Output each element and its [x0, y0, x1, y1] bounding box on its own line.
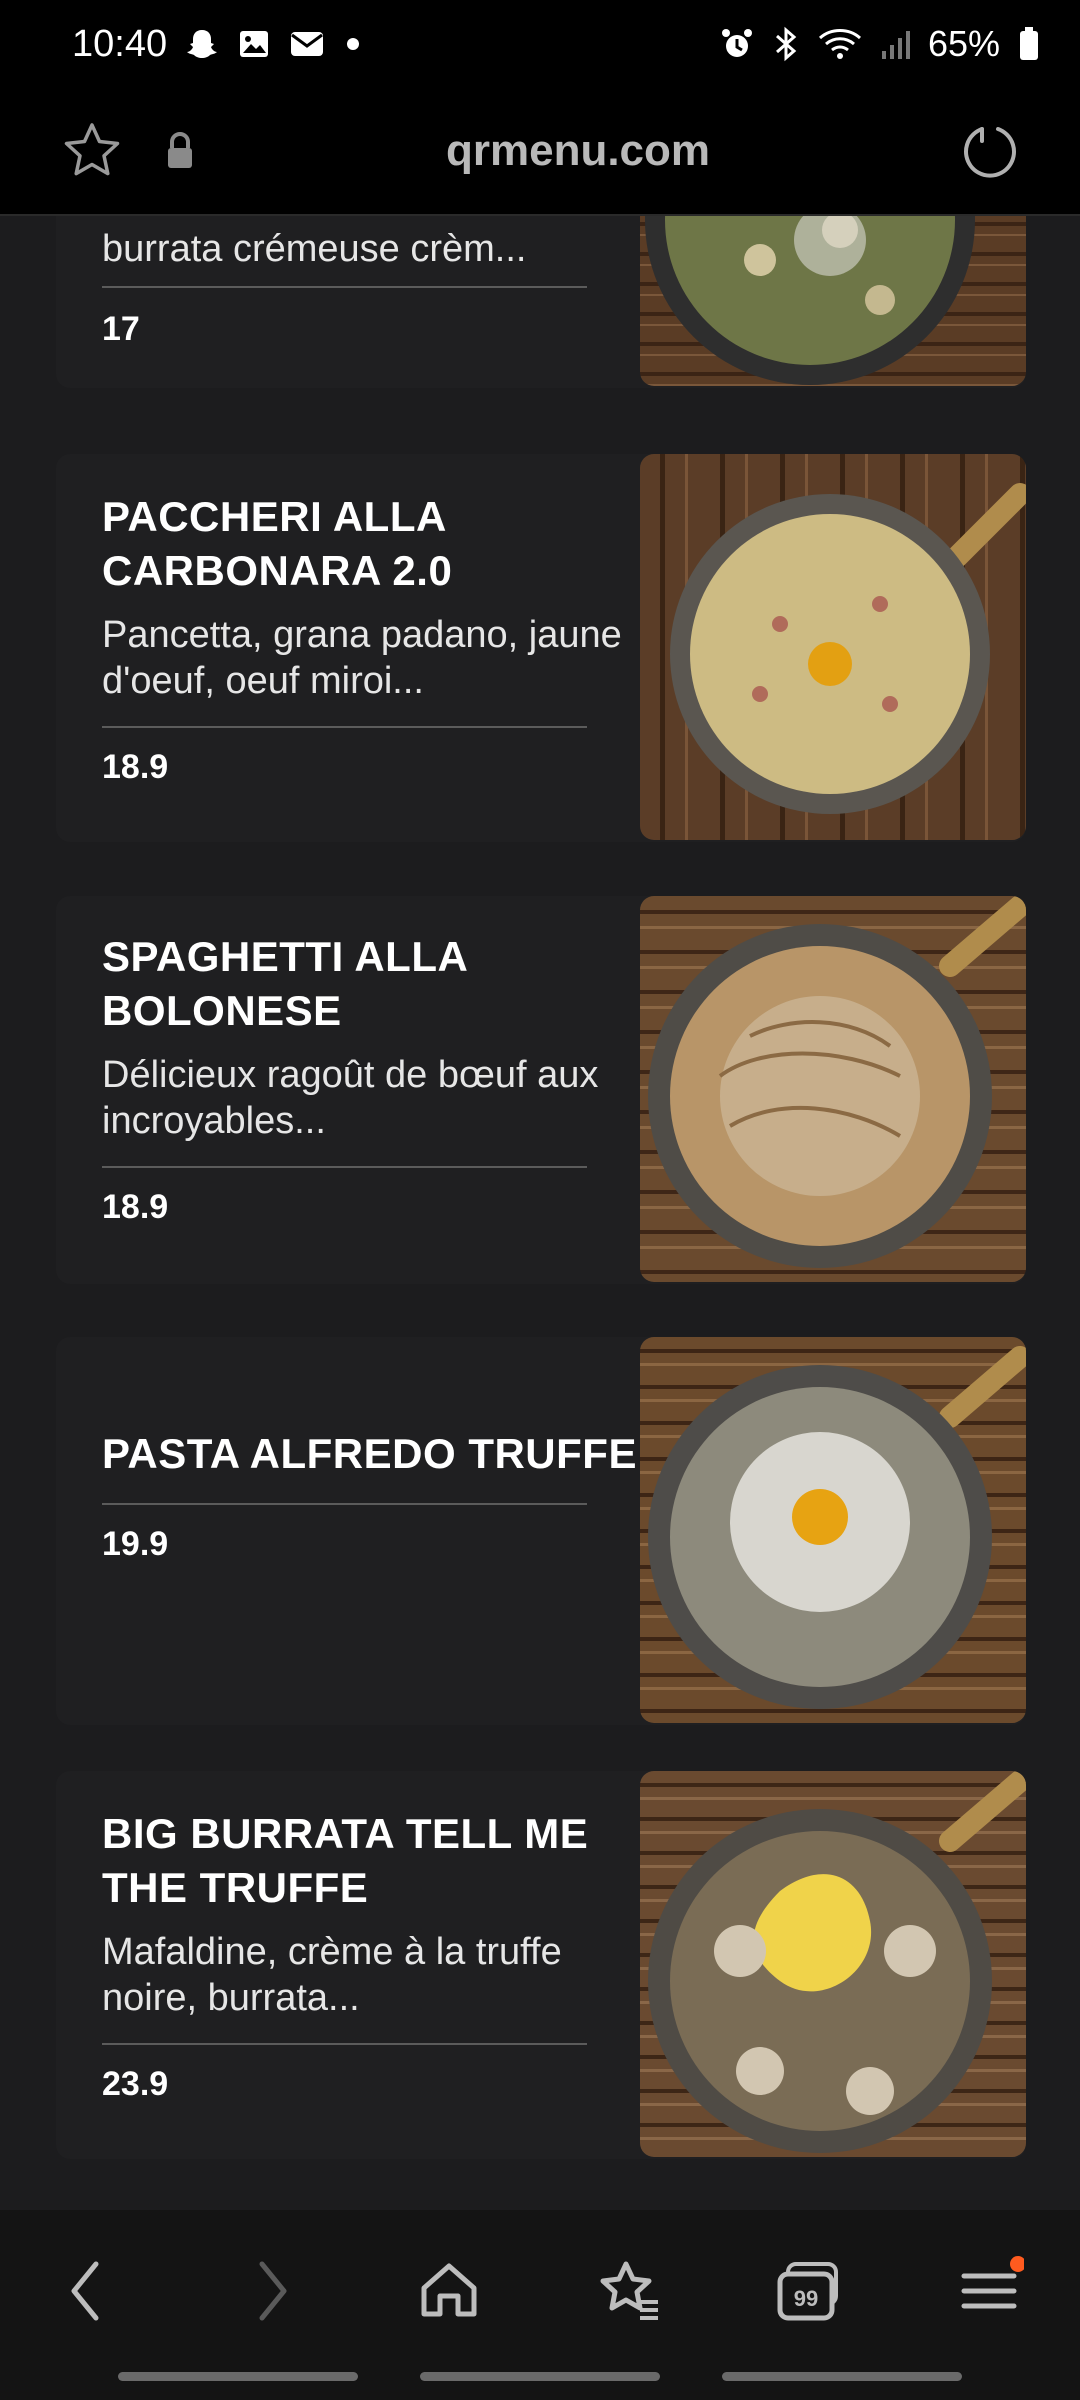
- mail-icon: [289, 29, 325, 59]
- dish-name: PACCHERI ALLA CARBONARA 2.0: [102, 493, 453, 594]
- status-left: 10:40: [72, 23, 363, 66]
- menu-icon[interactable]: [954, 2256, 1024, 2326]
- divider: [102, 726, 587, 728]
- tabs-icon[interactable]: 99: [774, 2256, 844, 2326]
- status-time: 10:40: [72, 22, 168, 65]
- menu-item-text: PACCHERI ALLA CARBONARA 2.0 Pancetta, gr…: [102, 490, 652, 787]
- status-bar: 10:40 65%: [0, 0, 1080, 88]
- tabs-count: 99: [794, 2286, 818, 2311]
- dish-description: Mafaldine, crème à la truffe noire, burr…: [102, 1931, 562, 2019]
- dish-name: SPAGHETTI ALLA BOLONESE: [102, 933, 467, 1034]
- divider: [102, 286, 587, 288]
- browser-bar: qrmenu.com: [0, 88, 1080, 216]
- menu-list[interactable]: burrata crémeuse crèm... 17 PACCHERI ALL…: [0, 216, 1080, 2210]
- dot-icon: [343, 34, 363, 54]
- dish-price: 18.9: [102, 1188, 169, 1226]
- star-icon[interactable]: [60, 119, 124, 183]
- dish-name: BIG BURRATA TELL ME THE TRUFFE: [102, 1810, 589, 1911]
- battery-icon: [1018, 26, 1040, 62]
- menu-item-text: burrata crémeuse crèm... 17: [102, 226, 652, 349]
- dish-photo[interactable]: [640, 216, 1026, 386]
- dish-price: 17: [102, 310, 140, 348]
- menu-item[interactable]: PACCHERI ALLA CARBONARA 2.0 Pancetta, gr…: [56, 454, 1026, 842]
- dish-price: 18.9: [102, 748, 169, 786]
- dish-price: 23.9: [102, 2065, 169, 2103]
- address-bar-url[interactable]: qrmenu.com: [196, 126, 960, 176]
- alarm-icon: [720, 27, 754, 61]
- dish-name: PASTA ALFREDO TRUFFE: [102, 1430, 637, 1477]
- snapchat-icon: [185, 27, 219, 61]
- dish-description: Délicieux ragoût de bœuf aux incroyables…: [102, 1054, 599, 1142]
- bluetooth-icon: [772, 26, 800, 62]
- menu-item[interactable]: SPAGHETTI ALLA BOLONESE Délicieux ragoût…: [56, 896, 1026, 1284]
- menu-item-text: SPAGHETTI ALLA BOLONESE Délicieux ragoût…: [102, 930, 652, 1227]
- bookmarks-icon[interactable]: [594, 2256, 664, 2326]
- menu-item[interactable]: PASTA ALFREDO TRUFFE 19.9: [56, 1337, 1026, 1725]
- divider: [102, 2043, 587, 2045]
- signal-icon: [880, 27, 910, 61]
- battery-percent: 65%: [927, 23, 1000, 64]
- home-icon[interactable]: [414, 2256, 484, 2326]
- dish-photo[interactable]: [640, 1771, 1026, 2157]
- menu-item[interactable]: BIG BURRATA TELL ME THE TRUFFE Mafaldine…: [56, 1771, 1026, 2159]
- menu-item-text: BIG BURRATA TELL ME THE TRUFFE Mafaldine…: [102, 1807, 652, 2104]
- gallery-icon: [237, 27, 271, 61]
- status-right: 65%: [720, 23, 1040, 65]
- lock-icon[interactable]: [164, 131, 196, 171]
- dish-price: 19.9: [102, 1525, 169, 1563]
- wifi-icon: [818, 26, 862, 62]
- dish-description: burrata crémeuse crèm...: [102, 228, 527, 270]
- menu-item[interactable]: burrata crémeuse crèm... 17: [56, 216, 1026, 388]
- gesture-bar-center: [420, 2372, 660, 2381]
- reload-icon[interactable]: [960, 121, 1020, 181]
- forward-icon[interactable]: [236, 2256, 306, 2326]
- menu-item-text: PASTA ALFREDO TRUFFE 19.9: [102, 1427, 652, 1564]
- back-icon[interactable]: [52, 2256, 122, 2326]
- gesture-bar-left: [118, 2372, 358, 2381]
- divider: [102, 1166, 587, 1168]
- gesture-bar-right: [722, 2372, 962, 2381]
- dish-photo[interactable]: [640, 896, 1026, 1282]
- dish-description: Pancetta, grana padano, jaune d'oeuf, oe…: [102, 614, 622, 702]
- dish-photo[interactable]: [640, 454, 1026, 840]
- divider: [102, 1503, 587, 1505]
- dish-photo[interactable]: [640, 1337, 1026, 1723]
